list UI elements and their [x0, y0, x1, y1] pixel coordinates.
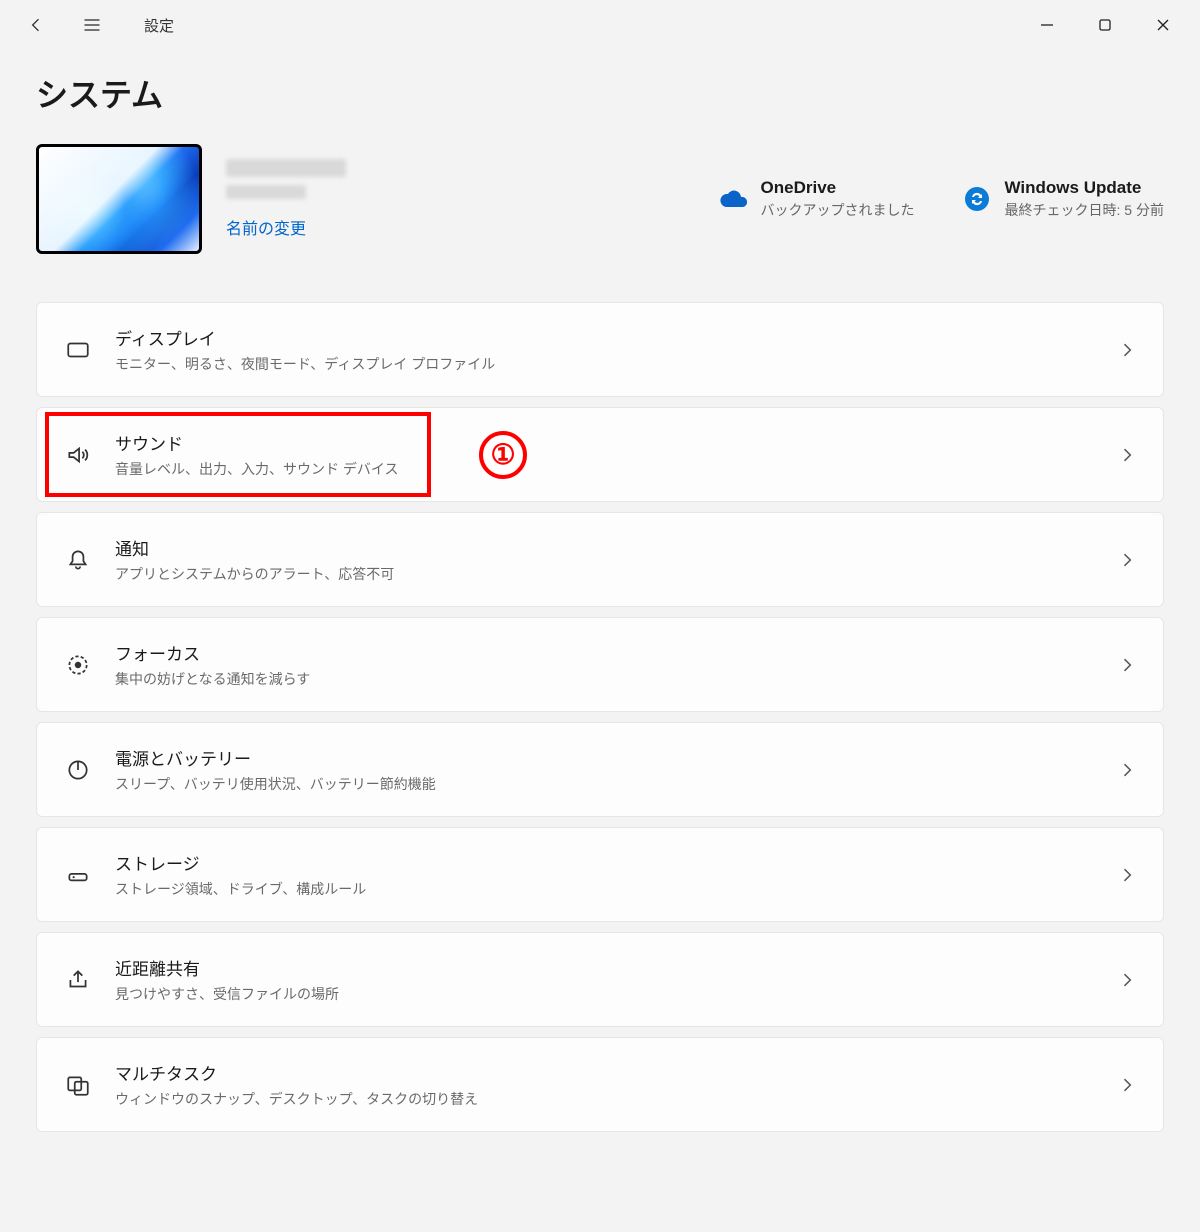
item-text: 通知アプリとシステムからのアラート、応答不可: [115, 535, 394, 584]
item-text: 近距離共有見つけやすさ、受信ファイルの場所: [115, 955, 339, 1004]
chevron-right-icon: [1117, 1075, 1137, 1095]
power-icon: [63, 755, 93, 785]
settings-item-power[interactable]: 電源とバッテリースリープ、バッテリ使用状況、バッテリー節約機能: [36, 722, 1164, 817]
item-title: 通知: [115, 535, 394, 560]
window-controls: [1018, 6, 1192, 44]
onedrive-subtitle: バックアップされました: [761, 200, 915, 220]
item-desc: ストレージ領域、ドライブ、構成ルール: [115, 879, 366, 899]
chevron-right-icon: [1117, 865, 1137, 885]
item-desc: スリープ、バッテリ使用状況、バッテリー節約機能: [115, 774, 436, 794]
item-desc: 音量レベル、出力、入力、サウンド デバイス: [115, 459, 398, 479]
display-icon: [63, 335, 93, 365]
settings-item-focus[interactable]: フォーカス集中の妨げとなる通知を減らす: [36, 617, 1164, 712]
item-title: フォーカス: [115, 640, 310, 665]
item-text: 電源とバッテリースリープ、バッテリ使用状況、バッテリー節約機能: [115, 745, 436, 794]
item-title: 電源とバッテリー: [115, 745, 436, 770]
device-wallpaper-thumbnail[interactable]: [36, 144, 202, 254]
hamburger-menu[interactable]: [76, 9, 108, 41]
item-title: 近距離共有: [115, 955, 339, 980]
focus-icon: [63, 650, 93, 680]
device-model-redacted: [226, 185, 306, 199]
annotation-badge: ①: [479, 431, 527, 479]
settings-item-sound[interactable]: サウンド音量レベル、出力、入力、サウンド デバイス ①: [36, 407, 1164, 502]
multitask-icon: [63, 1070, 93, 1100]
item-title: ストレージ: [115, 850, 366, 875]
onedrive-status[interactable]: OneDrive バックアップされました: [719, 178, 915, 220]
item-desc: 見つけやすさ、受信ファイルの場所: [115, 984, 339, 1004]
chevron-right-icon: [1117, 760, 1137, 780]
titlebar: 設定: [0, 0, 1200, 50]
back-button[interactable]: [20, 9, 52, 41]
item-title: サウンド: [115, 430, 398, 455]
onedrive-icon: [719, 185, 747, 213]
item-text: マルチタスクウィンドウのスナップ、デスクトップ、タスクの切り替え: [115, 1060, 478, 1109]
chevron-right-icon: [1117, 340, 1137, 360]
bell-icon: [63, 545, 93, 575]
settings-item-bell[interactable]: 通知アプリとシステムからのアラート、応答不可: [36, 512, 1164, 607]
chevron-right-icon: [1117, 970, 1137, 990]
close-button[interactable]: [1134, 6, 1192, 44]
settings-item-share[interactable]: 近距離共有見つけやすさ、受信ファイルの場所: [36, 932, 1164, 1027]
item-text: サウンド音量レベル、出力、入力、サウンド デバイス: [115, 430, 398, 479]
page-title: システム: [0, 50, 1200, 144]
chevron-right-icon: [1117, 445, 1137, 465]
titlebar-left: 設定: [20, 9, 174, 41]
update-sync-icon: [963, 185, 991, 213]
rename-link[interactable]: 名前の変更: [226, 215, 366, 239]
item-desc: 集中の妨げとなる通知を減らす: [115, 669, 310, 689]
device-profile-row: 名前の変更 OneDrive バックアップされました Windows Updat…: [0, 144, 1200, 302]
minimize-button[interactable]: [1018, 6, 1076, 44]
settings-item-display[interactable]: ディスプレイモニター、明るさ、夜間モード、ディスプレイ プロファイル: [36, 302, 1164, 397]
item-text: ディスプレイモニター、明るさ、夜間モード、ディスプレイ プロファイル: [115, 325, 495, 374]
item-desc: ウィンドウのスナップ、デスクトップ、タスクの切り替え: [115, 1089, 478, 1109]
device-meta: 名前の変更: [226, 159, 366, 239]
storage-icon: [63, 860, 93, 890]
settings-list: ディスプレイモニター、明るさ、夜間モード、ディスプレイ プロファイルサウンド音量…: [0, 302, 1200, 1132]
item-text: フォーカス集中の妨げとなる通知を減らす: [115, 640, 310, 689]
item-text: ストレージストレージ領域、ドライブ、構成ルール: [115, 850, 366, 899]
settings-item-storage[interactable]: ストレージストレージ領域、ドライブ、構成ルール: [36, 827, 1164, 922]
update-subtitle: 最終チェック日時: 5 分前: [1005, 200, 1164, 220]
status-group: OneDrive バックアップされました Windows Update 最終チェ…: [719, 178, 1164, 220]
settings-item-multitask[interactable]: マルチタスクウィンドウのスナップ、デスクトップ、タスクの切り替え: [36, 1037, 1164, 1132]
chevron-right-icon: [1117, 655, 1137, 675]
sound-icon: [63, 440, 93, 470]
onedrive-title: OneDrive: [761, 178, 915, 198]
item-desc: アプリとシステムからのアラート、応答不可: [115, 564, 394, 584]
maximize-button[interactable]: [1076, 6, 1134, 44]
device-name-redacted: [226, 159, 346, 177]
app-title: 設定: [144, 15, 174, 36]
share-icon: [63, 965, 93, 995]
item-title: ディスプレイ: [115, 325, 495, 350]
windows-update-status[interactable]: Windows Update 最終チェック日時: 5 分前: [963, 178, 1164, 220]
chevron-right-icon: [1117, 550, 1137, 570]
item-desc: モニター、明るさ、夜間モード、ディスプレイ プロファイル: [115, 354, 495, 374]
item-title: マルチタスク: [115, 1060, 478, 1085]
update-title: Windows Update: [1005, 178, 1164, 198]
